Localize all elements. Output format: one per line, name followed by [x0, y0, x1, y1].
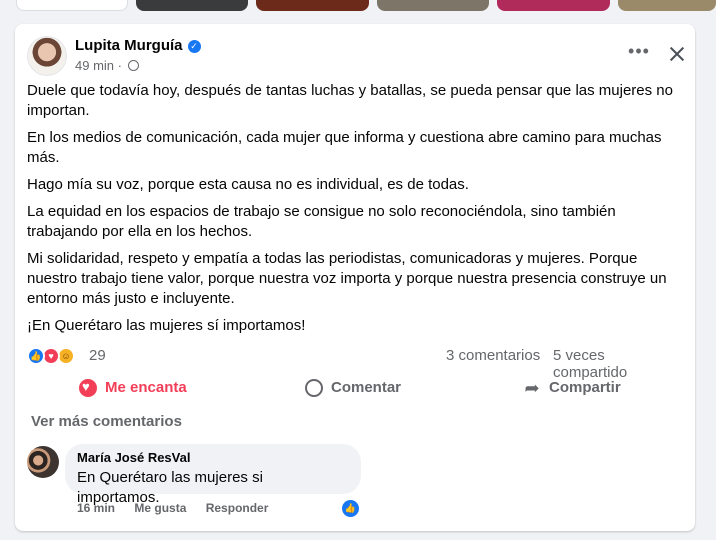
comment-bubble: María José ResVal En Querétaro las mujer… [65, 444, 361, 506]
post-paragraph: ¡En Querétaro las mujeres sí importamos! [27, 317, 306, 334]
more-options-icon[interactable]: ••• [627, 42, 651, 68]
post-actions: Me encanta Comentar ➦ Compartir [27, 372, 683, 404]
post-time[interactable]: 49 min [75, 58, 114, 73]
comment-time[interactable]: 16 min [77, 501, 115, 515]
author-name[interactable]: Lupita Murguía ✓ [75, 37, 201, 54]
story-card[interactable] [618, 0, 716, 11]
love-button-label: Me encanta [105, 379, 187, 396]
comment-meta: 16 min Me gusta Responder [77, 501, 284, 515]
author-name-text[interactable]: Lupita Murguía [75, 37, 183, 54]
verified-badge-icon: ✓ [187, 40, 201, 53]
post-paragraph: Duele que todavía hoy, después de tantas… [27, 82, 673, 119]
reaction-count[interactable]: 29 [89, 347, 106, 364]
comment-button-label: Comentar [331, 379, 402, 396]
comment-author[interactable]: María José ResVal [77, 450, 349, 466]
share-button[interactable]: ➦ Compartir [523, 372, 621, 404]
post-card: Lupita Murguía ✓ 49 min · ••• Duele que t… [15, 24, 695, 531]
story-card[interactable] [256, 0, 369, 11]
story-card[interactable] [497, 0, 610, 11]
author-avatar[interactable] [27, 36, 67, 76]
like-reaction-icon[interactable]: 👍 [342, 500, 359, 517]
post-paragraph: En los medios de comunicación, cada muje… [27, 129, 662, 166]
share-button-label: Compartir [549, 379, 621, 396]
love-button[interactable]: Me encanta [79, 372, 187, 404]
story-card[interactable] [136, 0, 248, 11]
post-header: Lupita Murguía ✓ 49 min · ••• [27, 36, 683, 76]
close-icon[interactable] [663, 40, 691, 68]
post-paragraph: La equidad en los espacios de trabajo se… [27, 203, 616, 240]
post-meta: 49 min · [75, 58, 139, 73]
post-paragraph: Mi solidaridad, respeto y empatía a toda… [27, 250, 667, 307]
comment-button[interactable]: Comentar [305, 372, 401, 404]
engagement-counts: 👍 ♥ ☺ 29 3 comentarios 5 veces compartid… [27, 345, 683, 381]
meta-separator: · [117, 58, 122, 73]
story-card[interactable] [377, 0, 489, 11]
globe-icon [127, 60, 139, 71]
comment-icon [305, 379, 323, 397]
comment-like-button[interactable]: Me gusta [134, 501, 186, 515]
share-icon: ➦ [524, 378, 540, 398]
see-more-comments-link[interactable]: Ver más comentarios [31, 413, 182, 430]
post-body: Duele que todavía hoy, después de tantas… [27, 81, 683, 343]
heart-icon [79, 378, 97, 397]
commenter-avatar[interactable] [27, 446, 59, 478]
story-card[interactable] [16, 0, 128, 11]
reactions-summary[interactable]: 👍 ♥ ☺ [27, 347, 87, 365]
post-paragraph: Hago mía su voz, porque esta causa no es… [27, 176, 469, 193]
comment-reply-button[interactable]: Responder [206, 501, 269, 515]
like-reaction-icon: 👍 [27, 347, 45, 365]
comments-count-link[interactable]: 3 comentarios [446, 347, 540, 364]
stories-strip [0, 0, 716, 12]
